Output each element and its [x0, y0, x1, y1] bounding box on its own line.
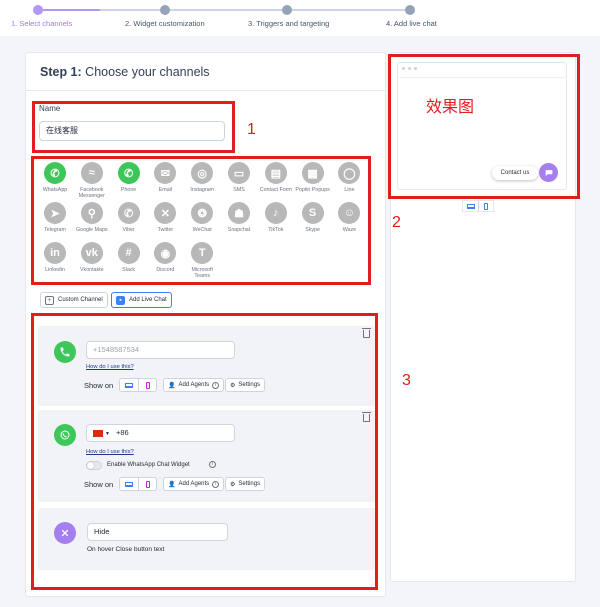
- annotation-box-1: [32, 101, 235, 153]
- plus-icon: +: [45, 295, 54, 305]
- step-4-label[interactable]: 4. Add live chat: [386, 19, 437, 28]
- add-live-chat-button[interactable]: ▪ Add Live Chat: [111, 292, 172, 308]
- custom-channel-label: Custom Channel: [58, 297, 103, 303]
- annotation-number-1: 1: [247, 121, 256, 138]
- annotation-box-2: [31, 156, 371, 285]
- preview-desktop-toggle[interactable]: [463, 201, 478, 211]
- custom-channel-button[interactable]: + Custom Channel: [40, 292, 108, 308]
- divider: [26, 90, 385, 91]
- add-live-chat-label: Add Live Chat: [129, 297, 167, 303]
- step-4-dot[interactable]: [405, 5, 415, 15]
- step-2-label[interactable]: 2. Widget customization: [125, 19, 205, 28]
- step-line: [43, 9, 100, 11]
- annotation-number-3: 3: [402, 372, 411, 389]
- laptop-icon: [466, 203, 475, 209]
- annotation-number-2: 2: [392, 214, 401, 231]
- step-1-label[interactable]: 1. Select channels: [11, 19, 72, 28]
- annotation-box-preview: [388, 54, 580, 199]
- step-heading: Choose your channels: [81, 65, 210, 79]
- step-2-dot[interactable]: [160, 5, 170, 15]
- step-number: Step 1:: [40, 65, 82, 79]
- step-3-label[interactable]: 3. Triggers and targeting: [248, 19, 329, 28]
- step-line: [288, 9, 410, 11]
- annotation-box-3: [31, 313, 378, 590]
- preview-device-toggle: [462, 200, 494, 212]
- live-chat-icon: ▪: [116, 295, 125, 305]
- step-line: [188, 9, 288, 11]
- step-3-dot[interactable]: [282, 5, 292, 15]
- preview-mobile-toggle[interactable]: [478, 201, 493, 211]
- step-1-dot[interactable]: [33, 5, 43, 15]
- page-title: Step 1: Choose your channels: [40, 65, 210, 79]
- mobile-icon: [484, 202, 488, 210]
- stepper: 1. Select channels 2. Widget customizati…: [0, 0, 600, 36]
- step-line: [100, 9, 188, 11]
